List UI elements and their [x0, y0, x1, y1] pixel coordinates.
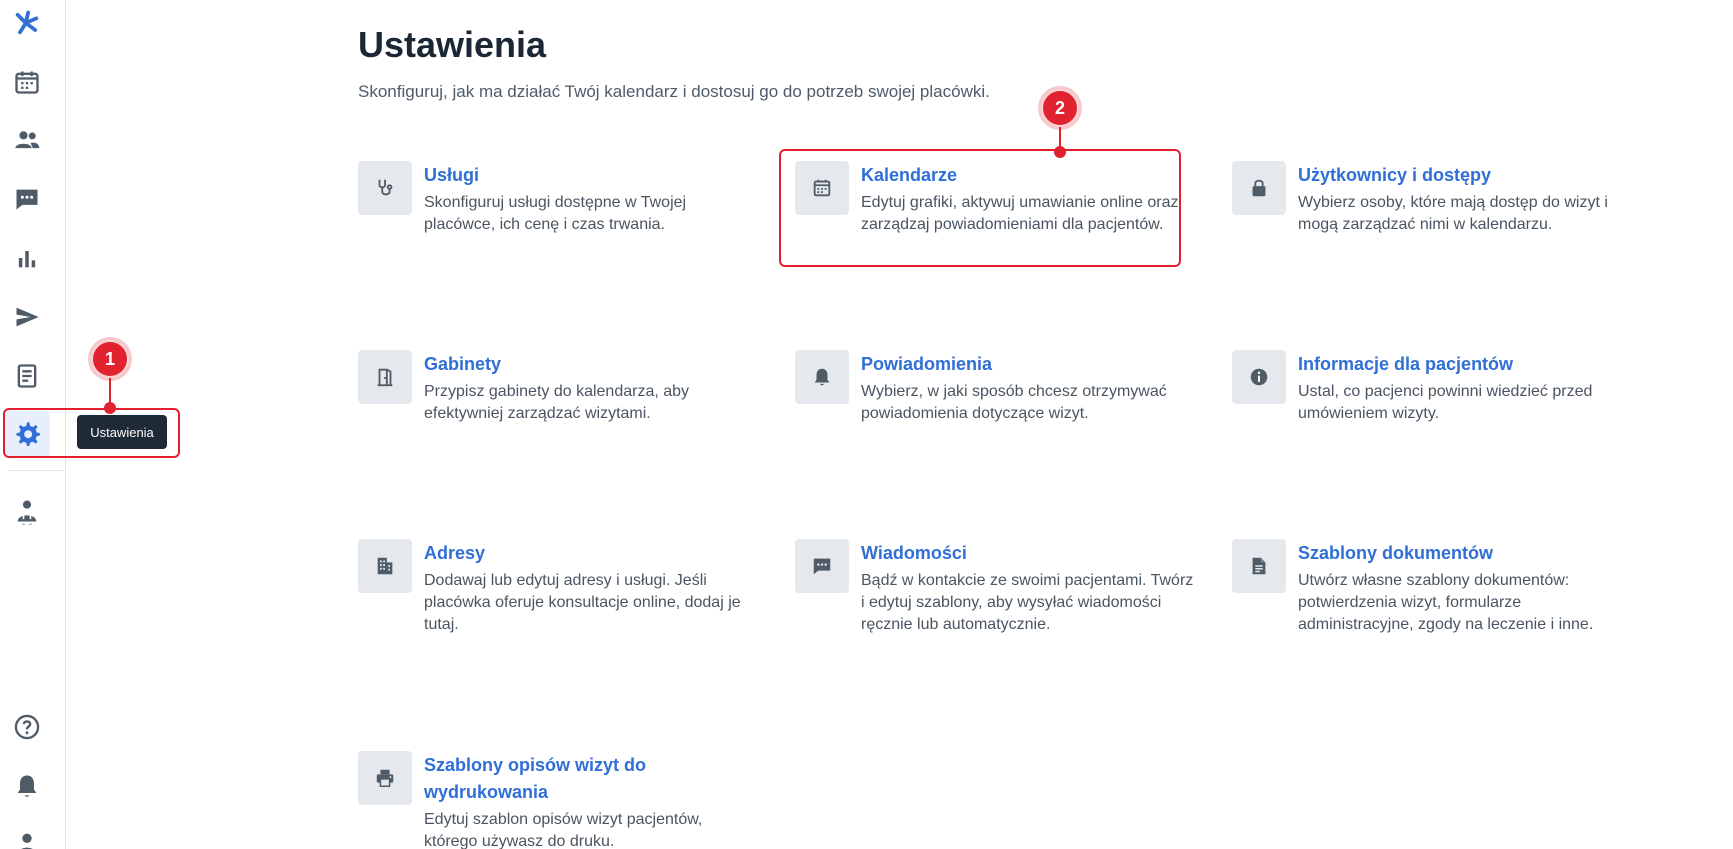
highlight-box-1	[3, 408, 180, 458]
card-title[interactable]: Powiadomienia	[861, 351, 1195, 378]
card-description: Ustal, co pacjenci powinni wiedzieć prze…	[1298, 383, 1593, 422]
card-description: Edytuj szablon opisów wizyt pacjentów, k…	[424, 811, 703, 849]
doctor-icon[interactable]	[0, 488, 53, 534]
building-icon	[358, 539, 412, 593]
card-addresses[interactable]: Adresy Dodawaj lub edytuj adresy i usług…	[358, 539, 758, 636]
stethoscope-icon	[358, 161, 412, 215]
card-services[interactable]: Usługi Skonfiguruj usługi dostępne w Two…	[358, 161, 758, 236]
step-badge-1: 1	[91, 340, 129, 378]
card-title[interactable]: Usługi	[424, 162, 758, 189]
page-title: Ustawienia	[358, 24, 547, 65]
card-title[interactable]: Użytkownicy i dostępy	[1298, 162, 1632, 189]
card-patient-info[interactable]: Informacje dla pacjentów Ustal, co pacje…	[1232, 350, 1632, 425]
card-calendars[interactable]: Kalendarze Edytuj grafiki, aktywuj umawi…	[795, 161, 1195, 236]
card-title[interactable]: Informacje dla pacjentów	[1298, 351, 1632, 378]
card-title[interactable]: Szablony opisów wizyt do wydrukowania	[424, 752, 758, 806]
card-description: Przypisz gabinety do kalendarza, aby efe…	[424, 383, 690, 422]
logo-icon[interactable]	[0, 0, 53, 46]
message-icon	[795, 539, 849, 593]
card-description: Wybierz osoby, które mają dostęp do wizy…	[1298, 194, 1608, 233]
step-badge-2: 2	[1041, 89, 1079, 127]
card-print-templates[interactable]: Szablony opisów wizyt do wydrukowania Ed…	[358, 751, 758, 849]
connector-dot-1	[104, 402, 116, 414]
card-messages[interactable]: Wiadomości Bądź w kontakcie ze swoimi pa…	[795, 539, 1195, 636]
page-subtitle: Skonfiguruj, jak ma działać Twój kalenda…	[358, 82, 990, 101]
bell-icon[interactable]	[0, 763, 53, 809]
card-description: Utwórz własne szablony dokumentów: potwi…	[1298, 572, 1594, 633]
chat-icon[interactable]	[0, 176, 53, 222]
calendar-icon	[795, 161, 849, 215]
connector-dot-2	[1054, 146, 1066, 158]
card-title[interactable]: Adresy	[424, 540, 758, 567]
document-icon[interactable]	[0, 353, 53, 399]
calendar-icon[interactable]	[0, 59, 53, 105]
printer-icon	[358, 751, 412, 805]
card-title[interactable]: Gabinety	[424, 351, 758, 378]
patients-icon[interactable]	[0, 117, 53, 163]
help-icon[interactable]	[0, 704, 53, 750]
card-document-templates[interactable]: Szablony dokumentów Utwórz własne szablo…	[1232, 539, 1632, 636]
stats-icon[interactable]	[0, 235, 53, 281]
file-icon	[1232, 539, 1286, 593]
send-icon[interactable]	[0, 294, 53, 340]
card-description: Wybierz, w jaki sposób chcesz otrzymywać…	[861, 383, 1167, 422]
card-offices[interactable]: Gabinety Przypisz gabinety do kalendarza…	[358, 350, 758, 425]
user-icon[interactable]	[0, 820, 53, 849]
card-title[interactable]: Wiadomości	[861, 540, 1195, 567]
bell-icon	[795, 350, 849, 404]
info-icon	[1232, 350, 1286, 404]
card-description: Bądź w kontakcie ze swoimi pacjentami. T…	[861, 572, 1194, 633]
card-notifications[interactable]: Powiadomienia Wybierz, w jaki sposób chc…	[795, 350, 1195, 425]
door-icon	[358, 350, 412, 404]
card-title[interactable]: Kalendarze	[861, 162, 1195, 189]
sidebar-divider	[8, 470, 64, 471]
card-users-access[interactable]: Użytkownicy i dostępy Wybierz osoby, któ…	[1232, 161, 1632, 236]
card-description: Skonfiguruj usługi dostępne w Twojej pla…	[424, 194, 687, 233]
lock-icon	[1232, 161, 1286, 215]
card-description: Edytuj grafiki, aktywuj umawianie online…	[861, 194, 1179, 233]
card-title[interactable]: Szablony dokumentów	[1298, 540, 1632, 567]
card-description: Dodawaj lub edytuj adresy i usługi. Jeśl…	[424, 572, 741, 633]
